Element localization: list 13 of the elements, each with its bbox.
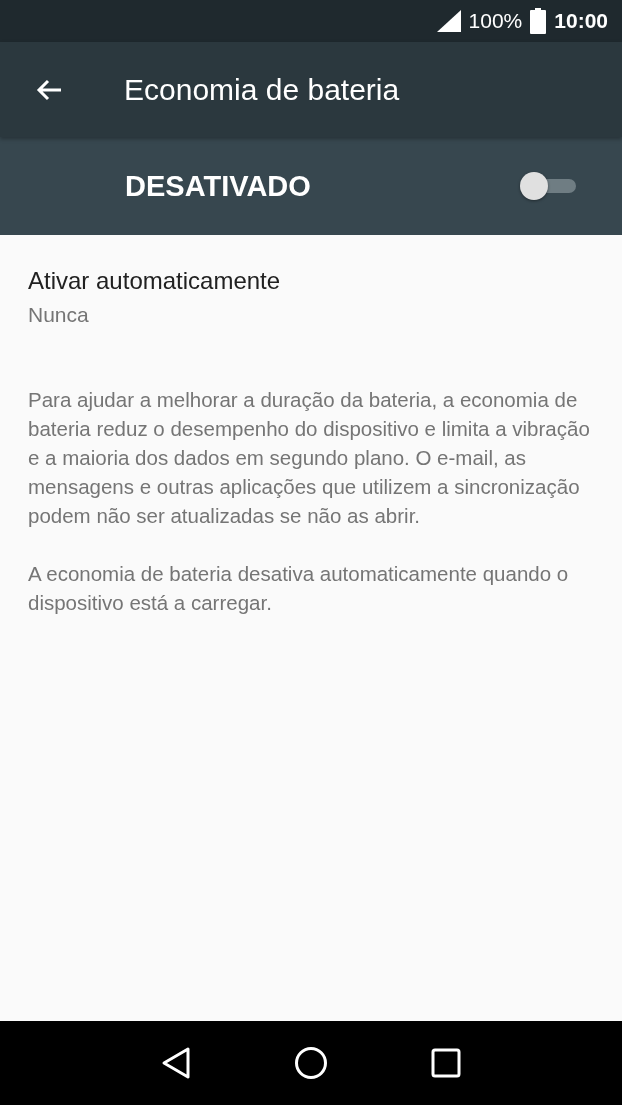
battery-percent: 100% (468, 9, 523, 33)
screen-title: Economia de bateria (124, 72, 400, 107)
switch-label: DESATIVADO (125, 169, 311, 203)
battery-icon (530, 8, 547, 34)
home-circle-icon[interactable] (294, 1046, 328, 1080)
setting-summary: Nunca (28, 303, 90, 327)
signal-icon (436, 10, 461, 32)
back-triangle-icon[interactable] (161, 1046, 192, 1080)
info-paragraph: A economia de bateria desativa automaticamente quando o dispositivo está a carregar. (28, 561, 570, 616)
info-paragraph: Para ajudar a melhorar a duração da bateria, a economia de bateria reduz o desempenho do dispositivo e limita a vibração e a maioria dos dados em segundo plano. O e-mail, as mensagens e outras aplicações que utilizem a sincronização podem não ser atualizadas se não as abrir. (28, 387, 591, 529)
clock: 10:00 (554, 9, 608, 33)
recents-square-icon[interactable] (430, 1048, 461, 1078)
setting-title[interactable]: Ativar automaticamente (28, 267, 594, 295)
